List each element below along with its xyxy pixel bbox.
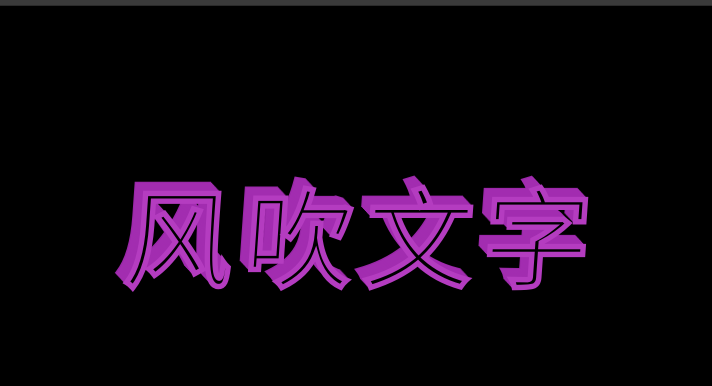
- title-char-4: 字: [478, 179, 597, 306]
- title-char-2: 吹: [240, 179, 359, 306]
- preview-canvas: 风 吹 文 字: [0, 6, 712, 386]
- title-char-3: 文: [360, 179, 479, 306]
- title-char-1: 风: [120, 179, 239, 306]
- stylized-title: 风 吹 文 字: [0, 176, 712, 316]
